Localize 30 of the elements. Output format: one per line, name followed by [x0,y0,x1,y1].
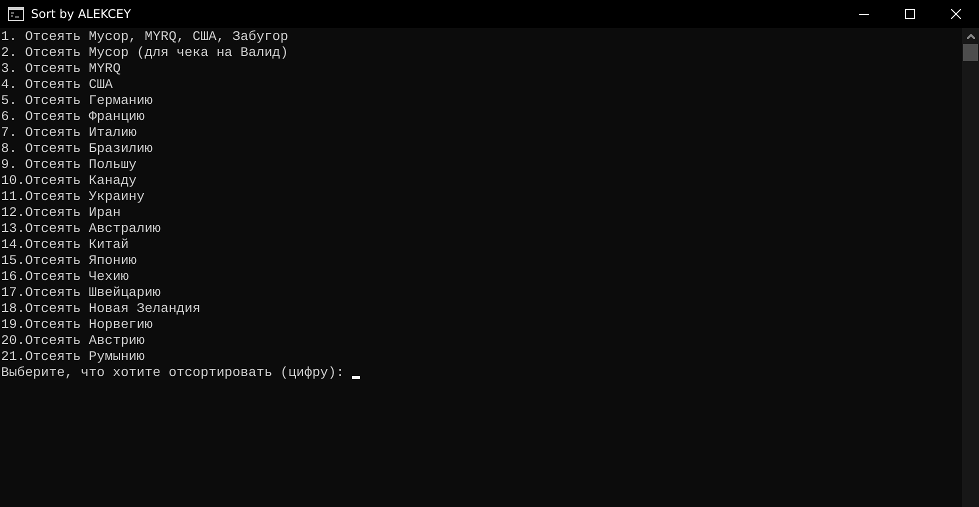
console-line: 15.Отсеять Японию [1,253,138,269]
console-line: 4. Отсеять США [1,77,114,93]
close-icon [951,9,961,19]
console-line: 5. Отсеять Германию [1,93,154,109]
console-line: 20.Отсеять Австрию [1,333,146,349]
console-line: 9. Отсеять Польшу [1,157,138,173]
console-line: 11.Отсеять Украину [1,189,146,205]
scroll-up-icon[interactable] [966,34,974,39]
console-line: 8. Отсеять Бразилию [1,141,154,157]
console-prompt: Выберите, что хотите отсортировать (цифру): [1,365,344,381]
text-cursor [352,376,360,379]
console-icon [8,7,24,21]
console-line: 21.Отсеять Румынию [1,349,146,365]
window-title: Sort by ALEKCEY [31,7,131,21]
console-line: 3. Отсеять MYRQ [1,61,122,77]
console-line: 13.Отсеять Австралию [1,221,162,237]
console-line: 2. Отсеять Мусор (для чека на Валид) [1,45,290,61]
console-line: 7. Отсеять Италию [1,125,138,141]
console-line: 6. Отсеять Францию [1,109,146,125]
scroll-thumb[interactable] [963,44,978,61]
console-line: 19.Отсеять Норвегию [1,317,154,333]
console-line: 1. Отсеять Мусор, MYRQ, США, Забугор [1,29,290,45]
console-line: 16.Отсеять Чехию [1,269,130,285]
maximize-icon [905,9,915,19]
console-line: 17.Отсеять Швейцарию [1,285,162,301]
console-line: 10.Отсеять Канаду [1,173,138,189]
console-line: 14.Отсеять Китай [1,237,130,253]
console-line: 12.Отсеять Иран [1,205,122,221]
console-line: 18.Отсеять Новая Зеландия [1,301,202,317]
scrollbar[interactable] [962,28,979,507]
